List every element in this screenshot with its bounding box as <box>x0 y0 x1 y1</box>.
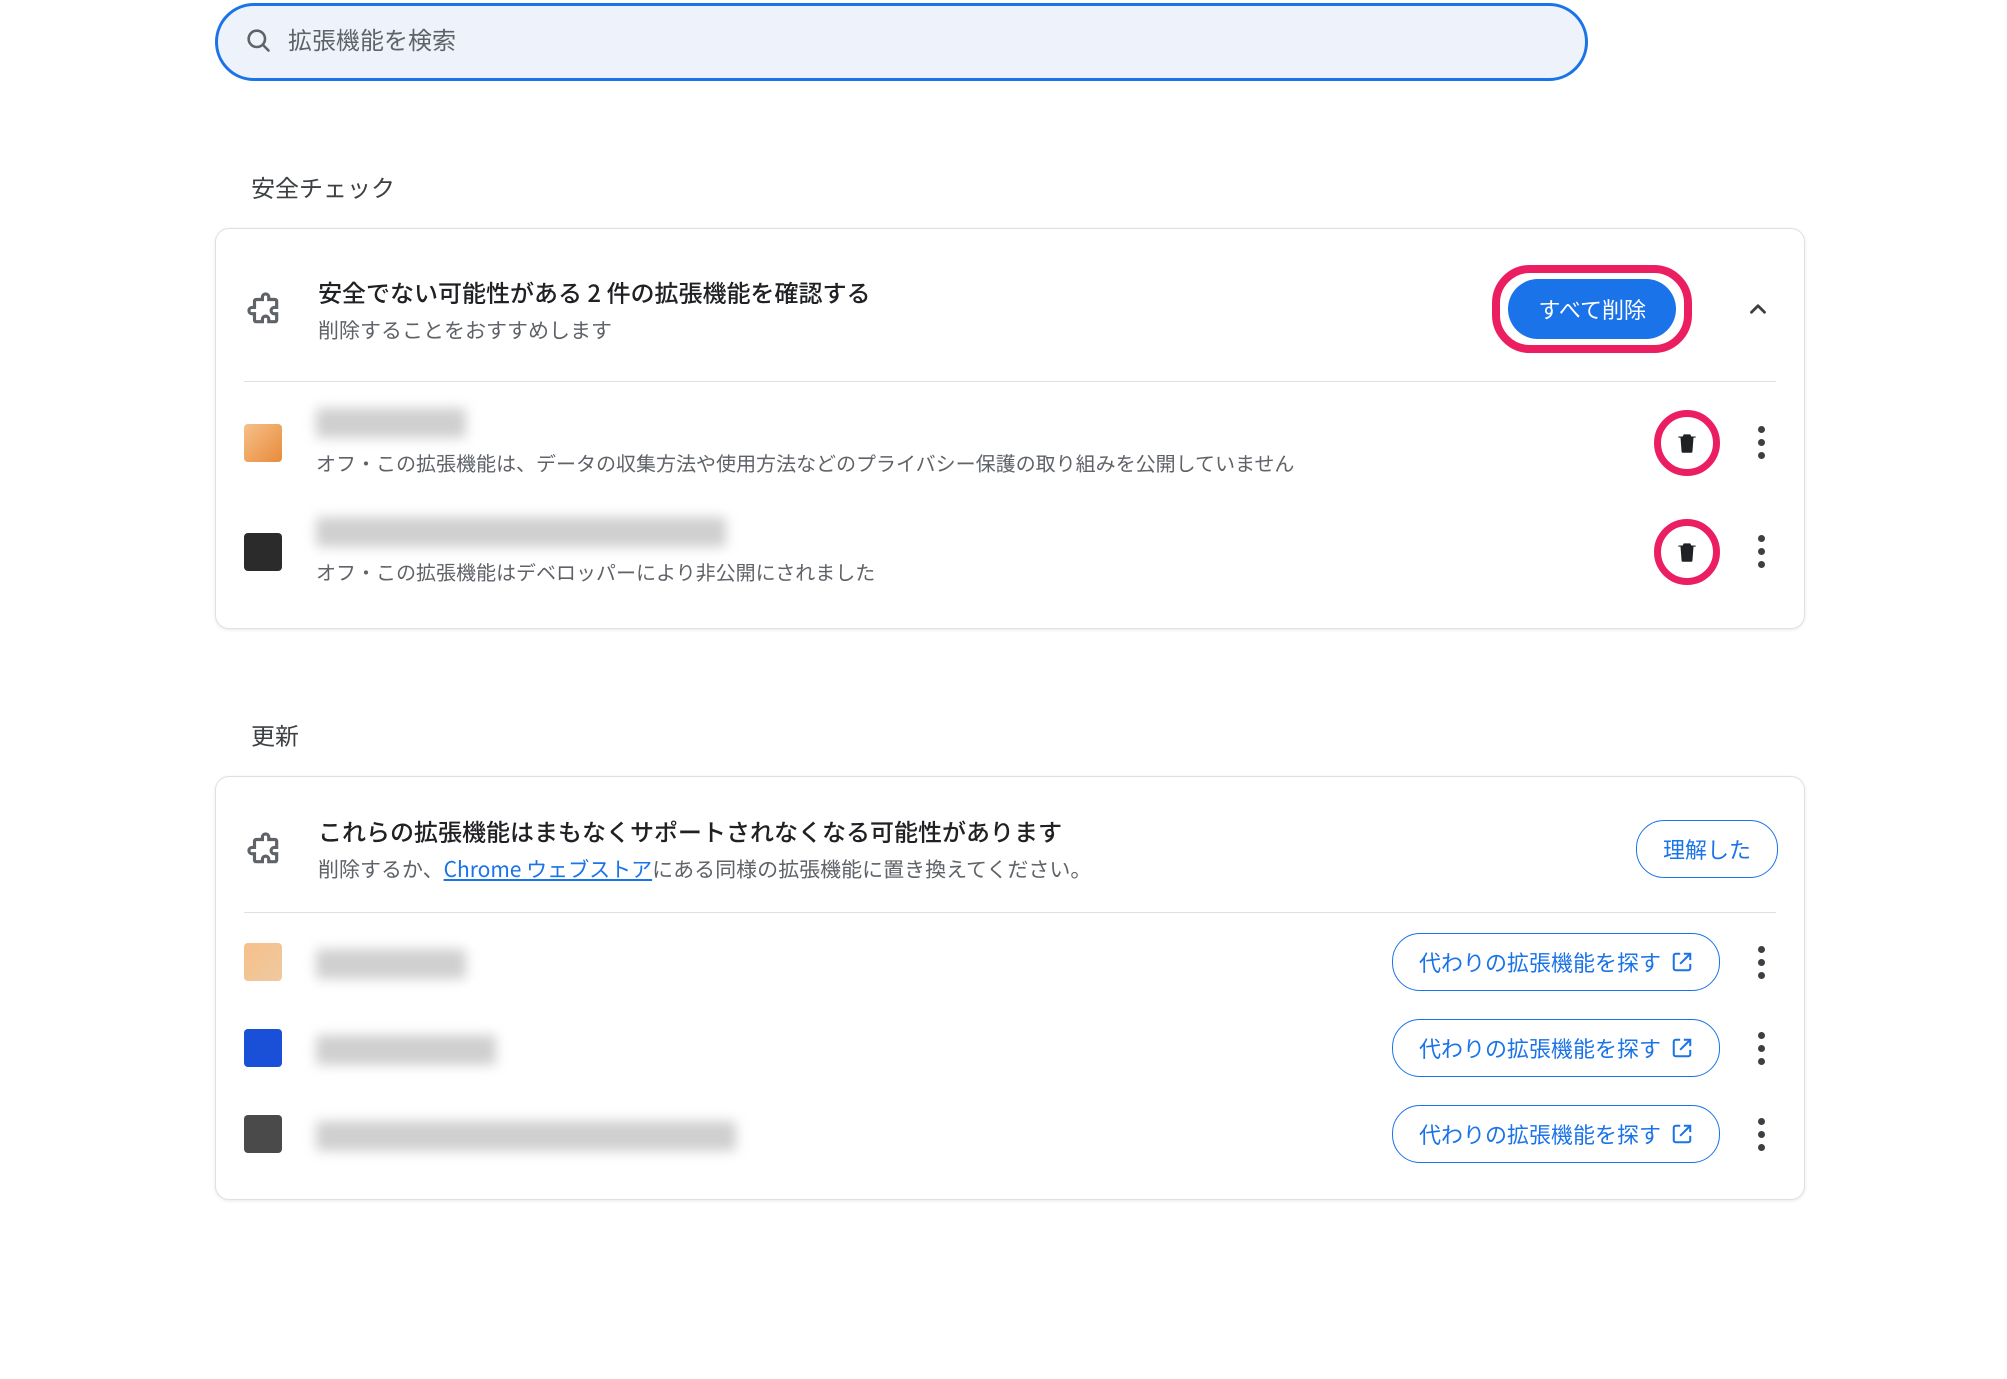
extension-thumbnail <box>244 1115 282 1153</box>
extension-name-redacted <box>316 1121 736 1151</box>
update-item-row: 代わりの拡張機能を探す <box>216 1091 1804 1177</box>
find-alternative-button[interactable]: 代わりの拡張機能を探す <box>1392 1019 1720 1077</box>
open-in-new-icon <box>1671 1037 1693 1059</box>
more-menu-button[interactable] <box>1746 1118 1776 1151</box>
more-menu-button[interactable] <box>1746 426 1776 459</box>
extension-status: オフ・この拡張機能はデベロッパーにより非公開にされました <box>316 557 1654 586</box>
delete-button[interactable] <box>1667 423 1707 463</box>
extension-thumbnail <box>244 1029 282 1067</box>
highlight-ring: すべて削除 <box>1492 265 1692 353</box>
extension-name-redacted <box>316 517 726 547</box>
understood-button[interactable]: 理解した <box>1636 820 1778 878</box>
extension-thumbnail <box>244 533 282 571</box>
find-alternative-button[interactable]: 代わりの拡張機能を探す <box>1392 933 1720 991</box>
extension-icon <box>244 290 284 328</box>
extension-icon <box>244 830 284 868</box>
search-icon <box>244 26 272 59</box>
more-menu-button[interactable] <box>1746 1032 1776 1065</box>
delete-all-button[interactable]: すべて削除 <box>1508 279 1676 339</box>
chevron-up-icon <box>1745 296 1771 322</box>
updates-section-title: 更新 <box>251 717 2007 752</box>
update-item-row: 代わりの拡張機能を探す <box>216 919 1804 1005</box>
extension-name-redacted <box>316 949 466 979</box>
more-menu-button[interactable] <box>1746 946 1776 979</box>
trash-icon <box>1674 539 1700 565</box>
search-input[interactable] <box>288 28 1559 56</box>
safety-item-row: オフ・この拡張機能は、データの収集方法や使用方法などのプライバシー保護の取り組み… <box>216 388 1804 497</box>
trash-icon <box>1674 430 1700 456</box>
updates-card: これらの拡張機能はまもなくサポートされなくなる可能性があります 削除するか、Ch… <box>215 776 1805 1200</box>
search-bar[interactable] <box>215 3 1588 81</box>
update-item-row: 代わりの拡張機能を探す <box>216 1005 1804 1091</box>
delete-button[interactable] <box>1667 532 1707 572</box>
extension-status: オフ・この拡張機能は、データの収集方法や使用方法などのプライバシー保護の取り組み… <box>316 448 1654 477</box>
safety-header-subtitle: 削除することをおすすめします <box>318 315 1492 345</box>
safety-card: 安全でない可能性がある 2 件の拡張機能を確認する 削除することをおすすめします… <box>215 228 1805 629</box>
extension-thumbnail <box>244 424 282 462</box>
find-alternative-button[interactable]: 代わりの拡張機能を探す <box>1392 1105 1720 1163</box>
extension-thumbnail <box>244 943 282 981</box>
more-menu-button[interactable] <box>1746 535 1776 568</box>
safety-header-title: 安全でない可能性がある 2 件の拡張機能を確認する <box>318 274 1492 309</box>
open-in-new-icon <box>1671 951 1693 973</box>
highlight-ring <box>1654 410 1720 476</box>
open-in-new-icon <box>1671 1123 1693 1145</box>
safety-item-row: オフ・この拡張機能はデベロッパーにより非公開にされました <box>216 497 1804 606</box>
safety-section-title: 安全チェック <box>251 169 2007 204</box>
updates-header-subtitle: 削除するか、Chrome ウェブストアにある同様の拡張機能に置き換えてください。 <box>318 854 1636 884</box>
updates-header-title: これらの拡張機能はまもなくサポートされなくなる可能性があります <box>318 813 1636 848</box>
extension-name-redacted <box>316 1035 496 1065</box>
extension-name-redacted <box>316 408 466 438</box>
chrome-webstore-link[interactable]: Chrome ウェブストア <box>444 854 653 884</box>
collapse-toggle[interactable] <box>1738 296 1778 322</box>
highlight-ring <box>1654 519 1720 585</box>
